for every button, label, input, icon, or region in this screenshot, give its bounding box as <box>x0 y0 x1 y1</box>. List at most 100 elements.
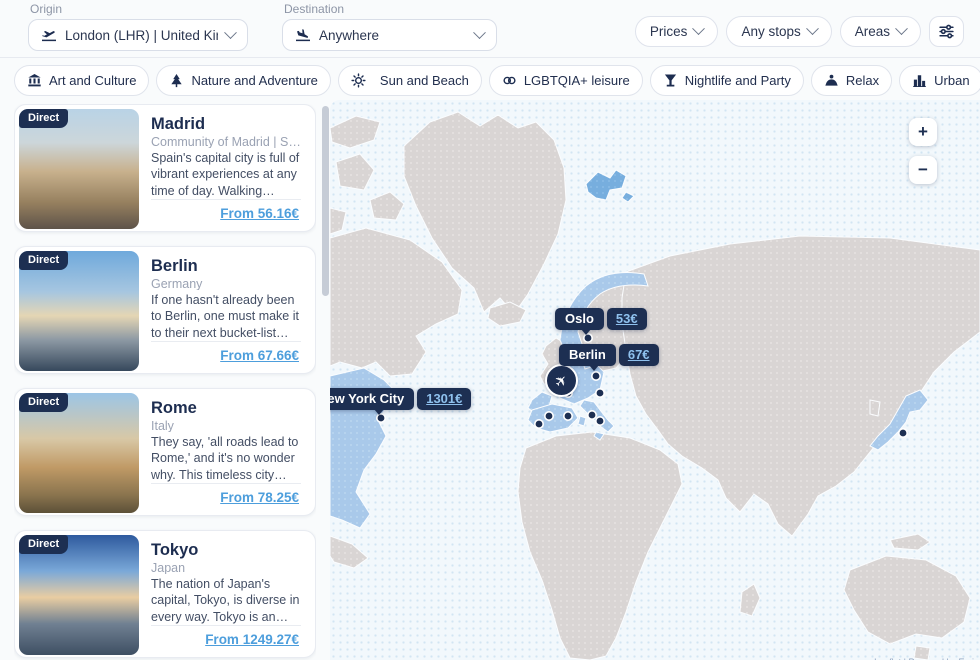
city-dot <box>377 414 385 422</box>
chip-sun-and-beach[interactable]: Sun and Beach <box>338 65 482 96</box>
origin-field-group: Origin London (LHR) | United King… <box>28 2 248 51</box>
map-zoom-in-button[interactable]: + <box>909 118 937 146</box>
korea <box>870 400 880 416</box>
berlin-photo: Direct <box>19 251 139 371</box>
direct-badge: Direct <box>19 535 68 554</box>
city-dot <box>535 420 543 428</box>
card-tokyo[interactable]: Direct Tokyo Japan The nation of Japan's… <box>14 530 316 658</box>
origin-value: London (LHR) | United King… <box>65 28 218 43</box>
card-description: If one hasn't already been to Berlin, on… <box>151 292 301 342</box>
cocktail-icon <box>663 73 678 88</box>
card-price-link[interactable]: From 56.16€ <box>151 200 301 223</box>
italy <box>580 400 614 432</box>
chevron-down-icon <box>895 22 908 35</box>
svalbard <box>586 170 626 200</box>
city-dot <box>592 372 600 380</box>
city-dot <box>596 417 604 425</box>
card-rome[interactable]: Direct Rome Italy They say, 'all roads l… <box>14 388 316 516</box>
map-zoom-out-button[interactable]: − <box>909 156 937 184</box>
tree-icon <box>169 73 184 88</box>
buildings-icon <box>912 73 927 88</box>
landmasses <box>330 112 980 660</box>
sliders-icon <box>938 23 955 40</box>
chip-lgbtqia-leisure[interactable]: LGBTQIA+ leisure <box>489 65 643 96</box>
city-dot <box>564 412 572 420</box>
pin-price-label[interactable]: 1301€ <box>417 388 471 410</box>
africa <box>518 432 682 660</box>
direct-badge: Direct <box>19 393 68 412</box>
header-divider <box>0 57 980 58</box>
card-title: Tokyo <box>151 541 301 560</box>
chip-art-and-culture[interactable]: Art and Culture <box>14 65 149 96</box>
plane-icon: ✈ <box>551 370 573 391</box>
world-map-svg <box>330 100 980 660</box>
city-dot <box>899 429 907 437</box>
museum-icon <box>27 73 42 88</box>
new-guinea <box>890 534 930 550</box>
price-pin-berlin[interactable]: Berlin 67€ <box>559 344 659 366</box>
prices-button[interactable]: Prices <box>635 16 719 47</box>
chip-nightlife-and-party[interactable]: Nightlife and Party <box>650 65 804 96</box>
card-description: The nation of Japan's capital, Tokyo, is… <box>151 576 301 626</box>
chevron-down-icon <box>224 26 237 39</box>
madagascar <box>740 584 760 616</box>
card-description: Spain's capital city is full of vibrant … <box>151 150 301 200</box>
header-filter-buttons: Prices Any stops Areas <box>635 16 964 47</box>
chip-urban[interactable]: Urban <box>899 65 980 96</box>
chevron-down-icon <box>473 26 486 39</box>
flight-explorer-page: Origin London (LHR) | United King… Desti… <box>0 0 980 660</box>
destination-value: Anywhere <box>319 28 467 43</box>
destination-field-group: Destination Anywhere <box>282 2 497 51</box>
pin-city-label: New York City <box>330 388 414 410</box>
chevron-down-icon <box>806 22 819 35</box>
card-title: Berlin <box>151 257 301 276</box>
city-dot <box>584 334 592 342</box>
rings-icon <box>502 73 517 88</box>
search-header: Origin London (LHR) | United King… Desti… <box>0 0 980 58</box>
destination-label: Destination <box>284 2 497 16</box>
card-region: Germany <box>151 277 301 290</box>
origin-select[interactable]: London (LHR) | United King… <box>28 19 248 51</box>
direct-badge: Direct <box>19 251 68 270</box>
world-map[interactable]: ✈ Oslo 53€ Berlin 67€ New York City 1301… <box>330 100 980 660</box>
pin-city-label: Berlin <box>559 344 616 366</box>
pin-city-label: Oslo <box>555 308 604 330</box>
city-dot <box>588 411 596 419</box>
advanced-filters-button[interactable] <box>929 16 964 47</box>
plane-takeoff-icon <box>41 27 57 43</box>
card-list-scrollbar[interactable] <box>322 106 329 296</box>
relax-icon <box>824 73 839 88</box>
card-berlin[interactable]: Direct Berlin Germany If one hasn't alre… <box>14 246 316 374</box>
chip-relax[interactable]: Relax <box>811 65 892 96</box>
city-dot <box>596 389 604 397</box>
card-region: Japan <box>151 561 301 574</box>
card-description: They say, 'all roads lead to Rome,' and … <box>151 434 301 484</box>
origin-plane-marker[interactable]: ✈ <box>545 364 578 397</box>
destination-card-list: Direct Madrid Community of Madrid | S… S… <box>14 104 316 660</box>
areas-button[interactable]: Areas <box>840 16 921 47</box>
plane-landing-icon <box>295 27 311 43</box>
chevron-down-icon <box>693 22 706 35</box>
tokyo-photo: Direct <box>19 535 139 655</box>
card-price-link[interactable]: From 67.66€ <box>151 342 301 365</box>
australia <box>844 556 970 644</box>
price-pin-oslo[interactable]: Oslo 53€ <box>555 308 647 330</box>
card-price-link[interactable]: From 78.25€ <box>151 484 301 507</box>
category-chips-row: Art and Culture Nature and Adventure Sun… <box>14 64 980 96</box>
pin-price-label[interactable]: 53€ <box>607 308 647 330</box>
price-pin-new-york-city[interactable]: New York City 1301€ <box>330 388 471 410</box>
card-title: Madrid <box>151 115 301 134</box>
madrid-photo: Direct <box>19 109 139 229</box>
card-price-link[interactable]: From 1249.27€ <box>151 626 301 649</box>
card-title: Rome <box>151 399 301 418</box>
stops-button[interactable]: Any stops <box>726 16 831 47</box>
destination-select[interactable]: Anywhere <box>282 19 497 51</box>
card-region: Italy <box>151 419 301 432</box>
origin-label: Origin <box>30 2 248 16</box>
rome-photo: Direct <box>19 393 139 513</box>
card-madrid[interactable]: Direct Madrid Community of Madrid | S… S… <box>14 104 316 232</box>
card-region: Community of Madrid | S… <box>151 135 301 148</box>
chip-nature-and-adventure[interactable]: Nature and Adventure <box>156 65 330 96</box>
direct-badge: Direct <box>19 109 68 128</box>
pin-price-label[interactable]: 67€ <box>619 344 659 366</box>
